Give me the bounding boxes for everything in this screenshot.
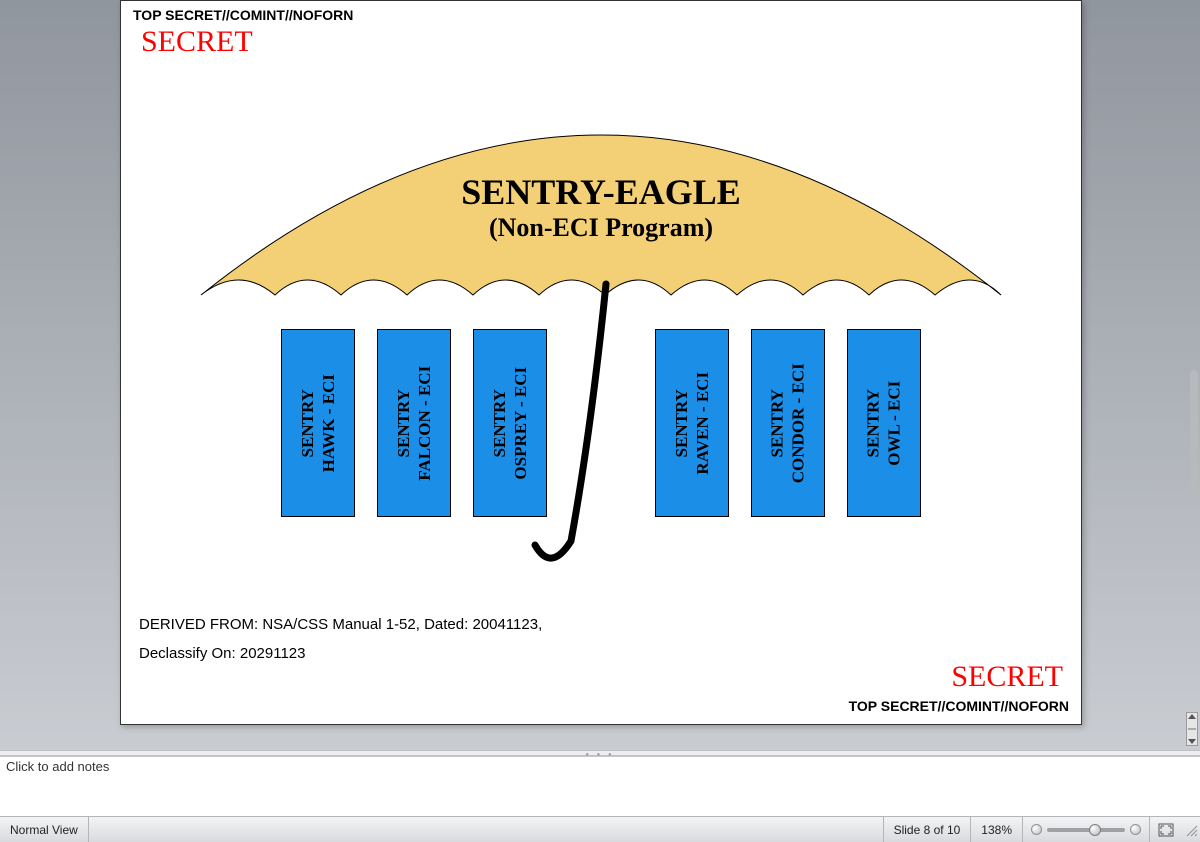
secret-label-top: SECRET xyxy=(141,25,253,59)
program-box: SENTRYCONDOR - ECI xyxy=(751,329,825,517)
umbrella-title: SENTRY-EAGLE xyxy=(191,171,1011,213)
slide-counter: Slide 8 of 10 xyxy=(884,817,972,842)
notes-pane[interactable]: Click to add notes xyxy=(0,756,1200,816)
program-row: SENTRYHAWK - ECISENTRYFALCON - ECISENTRY… xyxy=(281,329,921,517)
program-box: SENTRYFALCON - ECI xyxy=(377,329,451,517)
program-name-line1: SENTRY xyxy=(297,374,318,472)
program-box: SENTRYOSPREY - ECI xyxy=(473,329,547,517)
zoom-in-icon[interactable] xyxy=(1130,824,1141,835)
program-name-line2: OSPREY - ECI xyxy=(510,367,531,480)
status-bar: Normal View Slide 8 of 10 138% xyxy=(0,816,1200,842)
resize-grip-icon xyxy=(1184,823,1198,837)
fit-window-icon xyxy=(1158,823,1174,837)
scroll-down-icon[interactable] xyxy=(1188,739,1196,744)
program-name-line2: OWL - ECI xyxy=(884,380,905,465)
pane-splitter[interactable]: ● ● ● xyxy=(0,750,1200,756)
program-name-line1: SENTRY xyxy=(393,366,414,481)
derivation-block: DERIVED FROM: NSA/CSS Manual 1-52, Dated… xyxy=(139,611,542,668)
umbrella-graphic: SENTRY-EAGLE (Non-ECI Program) xyxy=(191,95,1011,320)
view-mode-label[interactable]: Normal View xyxy=(0,817,89,842)
program-name-line2: CONDOR - ECI xyxy=(788,363,809,483)
zoom-percent-label[interactable]: 138% xyxy=(971,817,1023,842)
vertical-scroll-stepper[interactable] xyxy=(1186,712,1198,746)
program-box: SENTRYRAVEN - ECI xyxy=(655,329,729,517)
zoom-out-icon[interactable] xyxy=(1031,824,1042,835)
program-box: SENTRYOWL - ECI xyxy=(847,329,921,517)
program-name-line1: SENTRY xyxy=(863,380,884,465)
notes-placeholder: Click to add notes xyxy=(6,759,109,774)
program-name-line1: SENTRY xyxy=(767,363,788,483)
secret-label-bottom: SECRET xyxy=(951,660,1063,694)
window-resize-grip[interactable] xyxy=(1182,817,1200,842)
program-name-line2: FALCON - ECI xyxy=(414,366,435,481)
classification-footer: TOP SECRET//COMINT//NOFORN xyxy=(849,698,1069,714)
slide[interactable]: TOP SECRET//COMINT//NOFORN SECRET SENTRY… xyxy=(120,0,1082,725)
zoom-knob[interactable] xyxy=(1089,824,1101,836)
scroll-divider-icon xyxy=(1188,728,1196,730)
umbrella-handle-gap xyxy=(569,329,633,517)
declassify-line: Declassify On: 20291123 xyxy=(139,640,542,669)
zoom-slider[interactable] xyxy=(1023,817,1150,842)
zoom-track[interactable] xyxy=(1047,828,1125,832)
scroll-up-icon[interactable] xyxy=(1188,714,1196,719)
program-name-line2: HAWK - ECI xyxy=(318,374,339,472)
splitter-grip-icon: ● ● ● xyxy=(585,752,614,758)
classification-header: TOP SECRET//COMINT//NOFORN xyxy=(133,7,353,23)
fit-to-window-button[interactable] xyxy=(1150,817,1182,842)
program-name-line1: SENTRY xyxy=(671,372,692,475)
umbrella-subtitle: (Non-ECI Program) xyxy=(191,213,1011,243)
derived-from-line: DERIVED FROM: NSA/CSS Manual 1-52, Dated… xyxy=(139,611,542,640)
program-name-line2: RAVEN - ECI xyxy=(692,372,713,475)
program-box: SENTRYHAWK - ECI xyxy=(281,329,355,517)
vertical-scrollbar-thumb[interactable] xyxy=(1190,370,1198,500)
slide-editor-canvas[interactable]: TOP SECRET//COMINT//NOFORN SECRET SENTRY… xyxy=(0,0,1200,750)
program-name-line1: SENTRY xyxy=(489,367,510,480)
